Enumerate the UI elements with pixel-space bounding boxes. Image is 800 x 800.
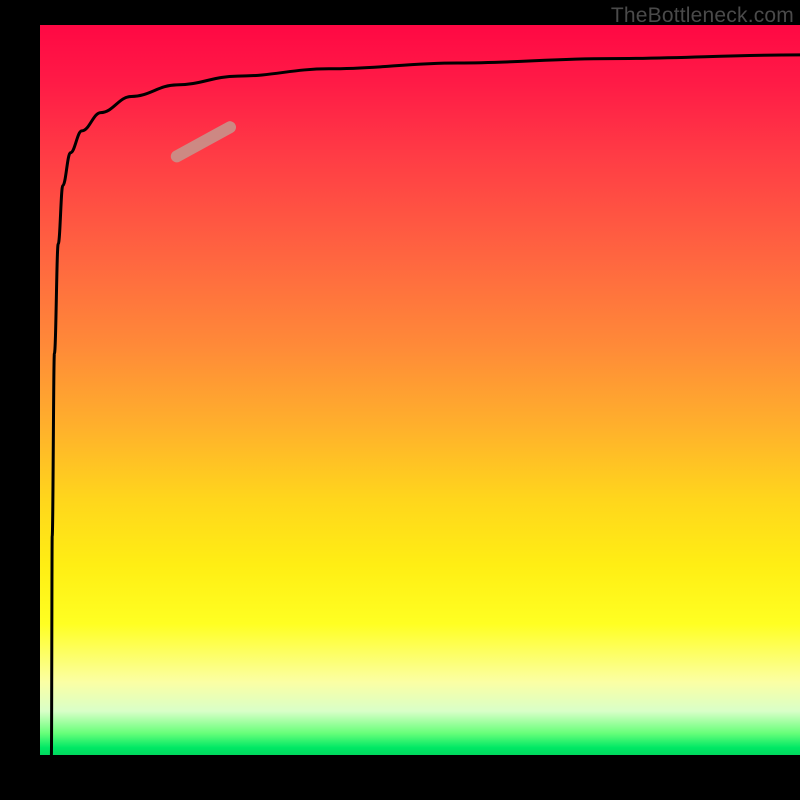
plot-area [40, 25, 800, 755]
attribution-label: TheBottleneck.com [611, 4, 794, 28]
chart-container: TheBottleneck.com [0, 0, 800, 800]
